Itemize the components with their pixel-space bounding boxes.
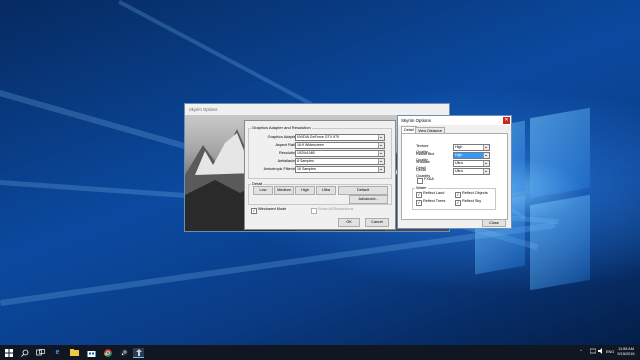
task-view-icon[interactable] [36,348,45,357]
texture-quality-select[interactable]: High [453,144,490,151]
skyrim-taskbar-icon[interactable] [133,348,144,358]
edge-icon[interactable]: e [53,348,62,357]
aspect-ratio-select[interactable]: 16:9 Widescreen [295,142,385,149]
reflect-trees-checkbox[interactable]: ✓ [416,200,422,206]
fxaa-label: FXAA [424,177,434,181]
ok-button[interactable]: OK [338,218,360,227]
windows-logo-icon[interactable] [4,348,13,357]
file-explorer-icon[interactable] [70,348,79,357]
detail-ultra-button[interactable]: Ultra [316,186,336,195]
antialiasing-select[interactable]: 8 Samples [295,158,385,165]
show-all-resolutions-checkbox[interactable] [311,208,317,214]
chevron-down-icon [483,153,489,158]
shadow-detail-select[interactable]: Ultra [453,160,490,167]
cancel-button[interactable]: Cancel [365,218,389,227]
graphics-adapter-label: Graphics Adapter [267,135,297,139]
chevron-down-icon [483,161,489,166]
reflect-objects-label: Reflect Objects [462,191,488,195]
store-icon[interactable] [87,348,96,357]
skyrim-options-window: Skyrim Options ✕ Detail View Distance Te… [397,115,512,229]
chevron-down-icon [378,167,384,172]
reflect-trees-label: Reflect Trees [423,199,446,203]
steam-icon[interactable] [119,348,128,357]
taskbar: e ^ ENG 11:58 AM 5/15/2016 [0,345,640,360]
reflect-land-checkbox[interactable]: ✓ [416,192,422,198]
resolution-label: Resolution [279,151,297,155]
chevron-down-icon [483,145,489,150]
chevron-down-icon [378,159,384,164]
skyrim-options-title: Skyrim Options [398,116,511,125]
aspect-ratio-label: Aspect Ratio [275,143,297,147]
anisotropic-filtering-label: Anisotropic Filtering [263,167,297,171]
clock[interactable]: 11:58 AM 5/15/2016 [616,347,636,357]
detail-low-button[interactable]: Low [253,186,273,195]
anisotropic-filtering-select[interactable]: 16 Samples [295,166,385,173]
chevron-down-icon [378,151,384,156]
reflect-sky-checkbox[interactable]: ✓ [455,200,461,206]
antialiasing-label: Antialiasing [277,159,297,163]
windowed-mode-checkbox[interactable]: ✓ [251,208,257,214]
launcher-title: Skyrim Options [185,104,449,115]
group-title: Graphics Adapter and Resolution [251,125,312,130]
clock-date: 5/15/2016 [617,352,635,356]
resolution-select[interactable]: 1920x1080 [295,150,385,157]
tray-chevron-icon[interactable]: ^ [580,349,582,354]
reflect-sky-label: Reflect Sky [462,199,482,203]
detail-medium-button[interactable]: Medium [274,186,294,195]
detail-high-button[interactable]: High [295,186,315,195]
advanced-button[interactable]: Advanced... [349,195,388,204]
volume-icon[interactable] [598,348,604,356]
default-button[interactable]: Default [338,186,388,195]
radial-blur-quality-select[interactable]: High [453,152,490,159]
chevron-down-icon [378,135,384,140]
language-indicator[interactable]: ENG [606,350,614,355]
fxaa-checkbox[interactable] [417,178,423,184]
search-icon[interactable] [20,348,29,357]
close-button[interactable]: Close [482,219,506,227]
decal-quantity-select[interactable]: Ultra [453,168,490,175]
chevron-down-icon [378,143,384,148]
chrome-icon[interactable] [103,348,112,357]
chevron-down-icon [483,169,489,174]
reflect-objects-checkbox[interactable]: ✓ [455,192,461,198]
close-icon[interactable]: ✕ [503,117,510,124]
show-all-resolutions-label: Show All Resolutions [318,207,354,211]
water-label: Water [415,185,428,190]
graphics-adapter-select[interactable]: NVIDIA GeForce GTX 970 [295,134,385,141]
windowed-mode-label: Windowed Mode [258,207,287,211]
graphics-options-panel: Graphics Adapter and Resolution Graphics… [244,120,396,230]
network-icon[interactable] [589,348,597,356]
reflect-land-label: Reflect Land [423,191,445,195]
detail-tab-panel: Texture Quality High Radial Blur Quality… [401,133,508,220]
